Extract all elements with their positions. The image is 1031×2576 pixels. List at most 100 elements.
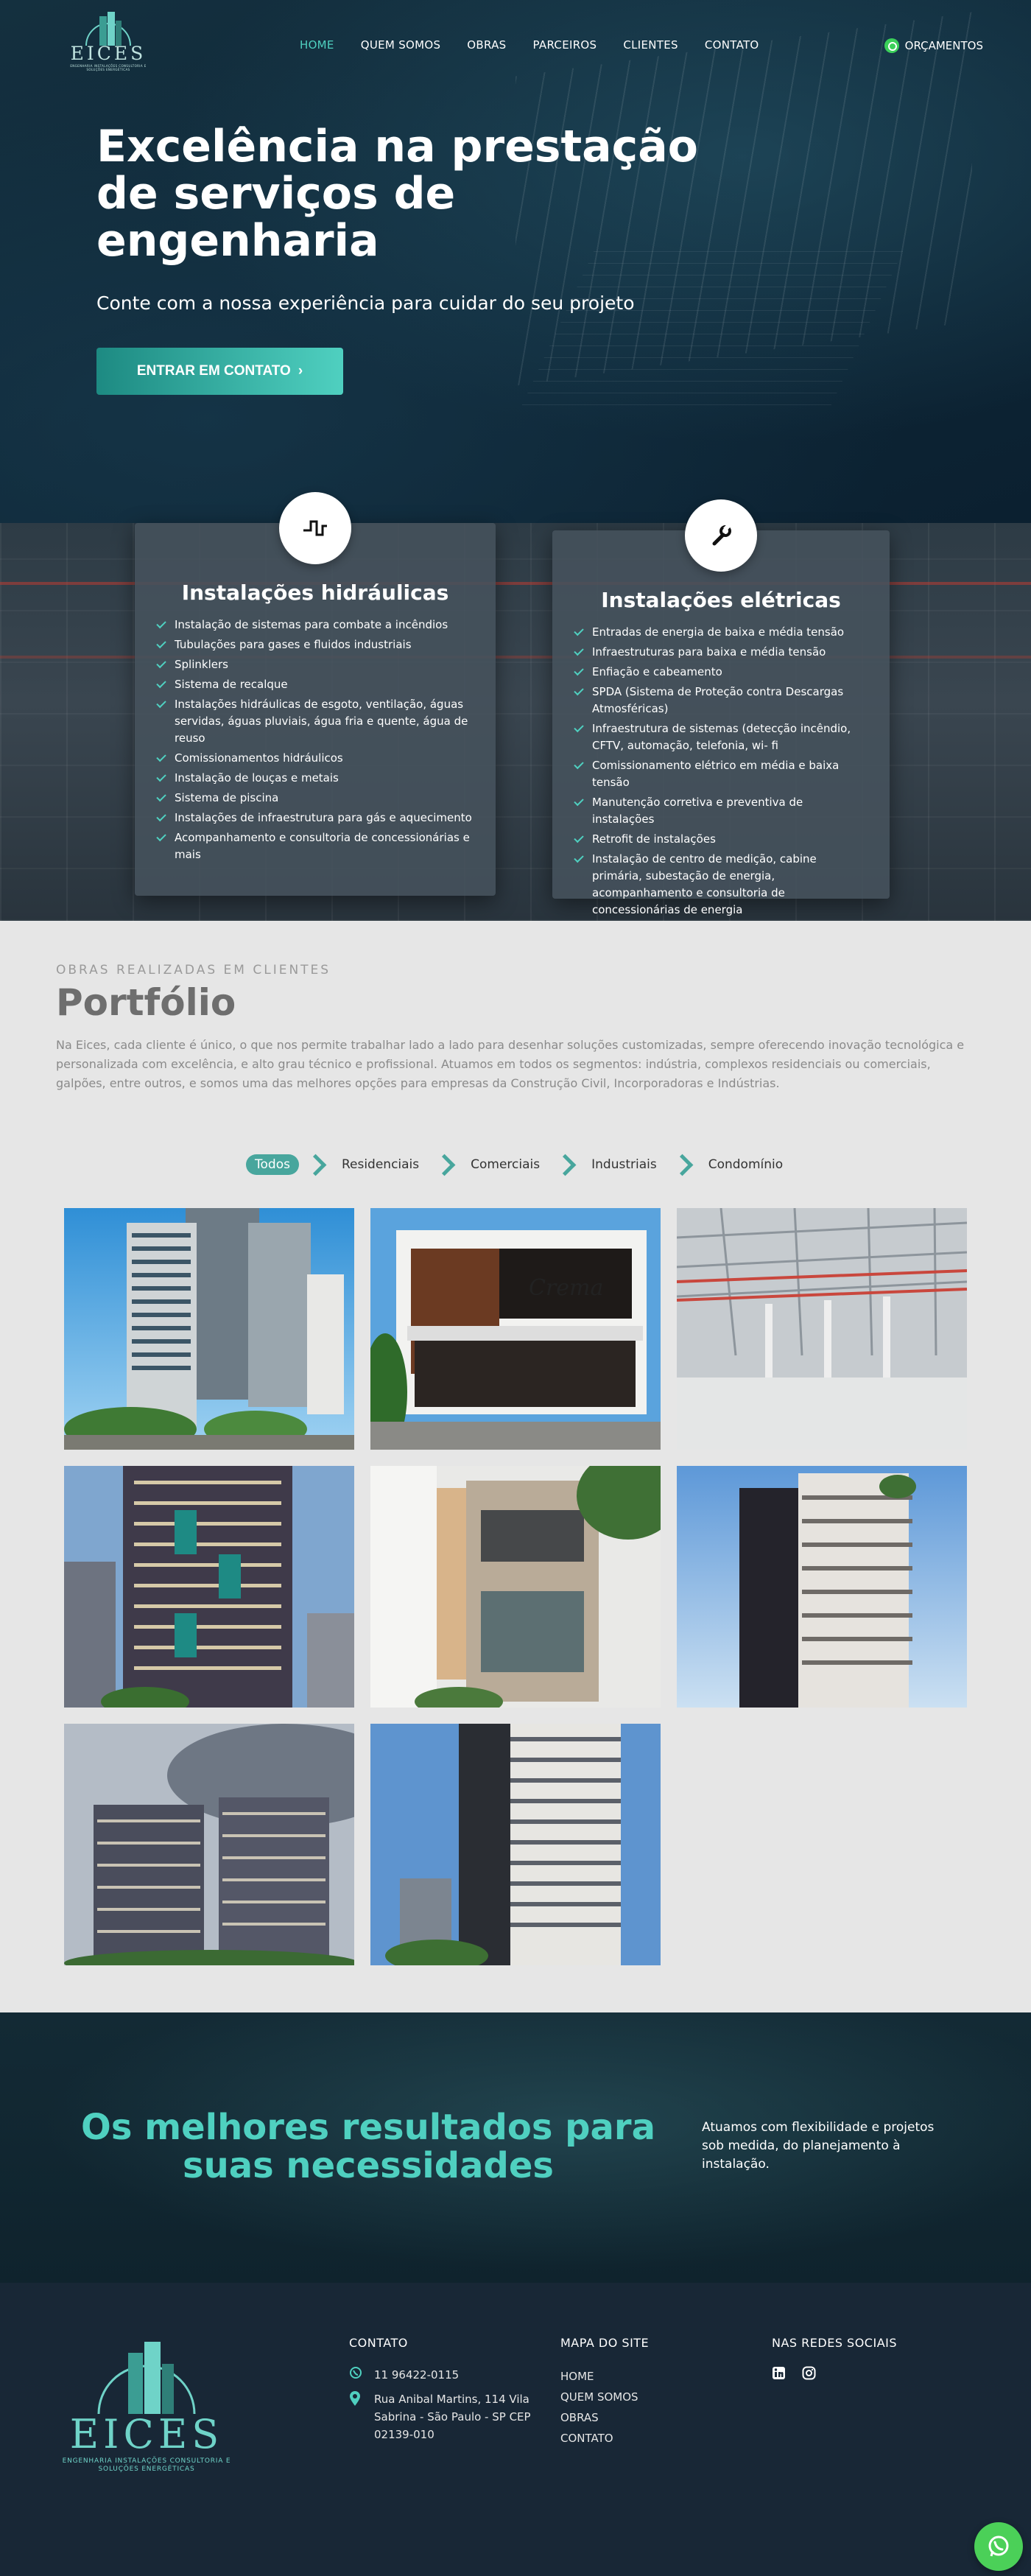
portfolio-eyebrow: OBRAS REALIZADAS EM CLIENTES <box>56 963 331 978</box>
list-item: Sistema de recalque <box>156 676 474 693</box>
footer-heading: CONTATO <box>349 2336 408 2350</box>
main-nav: HOME QUEM SOMOS OBRAS PARCEIROS CLIENTES… <box>300 38 759 52</box>
check-icon <box>574 722 584 733</box>
footer-sitemap: MAPA DO SITE HOME QUEM SOMOS OBRAS CONTA… <box>560 2336 708 2449</box>
footer-heading: NAS REDES SOCIAIS <box>772 2336 898 2350</box>
list-item: Instalação de louças e metais <box>156 770 474 787</box>
list-item: Instalações hidráulicas de esgoto, venti… <box>156 696 474 747</box>
filter-residenciais[interactable]: Residenciais <box>333 1154 428 1175</box>
nav-item-quem-somos[interactable]: QUEM SOMOS <box>361 38 441 52</box>
check-icon <box>156 791 166 802</box>
nav-item-parceiros[interactable]: PARCEIROS <box>533 38 597 52</box>
service-list: Entradas de energia de baixa e média ten… <box>574 624 868 919</box>
building-image <box>64 1208 354 1450</box>
check-icon <box>574 645 584 656</box>
contact-phone[interactable]: 11 96422-0115 <box>349 2366 548 2384</box>
chevron-right-icon <box>557 1153 574 1176</box>
footer-heading: MAPA DO SITE <box>560 2336 650 2350</box>
services-section: Instalações hidráulicas Instalação de si… <box>0 492 1031 921</box>
footer-link-home[interactable]: HOME <box>560 2366 708 2387</box>
list-item: SPDA (Sistema de Proteção contra Descarg… <box>574 684 868 717</box>
building-image <box>370 1724 661 1965</box>
water-pipe-icon <box>303 520 327 536</box>
service-list: Instalação de sistemas para combate a in… <box>156 617 474 863</box>
service-icon-circle <box>685 499 757 572</box>
filter-industriais[interactable]: Industriais <box>583 1154 666 1175</box>
check-icon <box>156 658 166 669</box>
building-image <box>64 1724 354 1965</box>
portfolio-item-residential-tower-dark[interactable] <box>64 1466 354 1708</box>
footer-link-contato[interactable]: CONTATO <box>560 2428 708 2449</box>
nav-item-contato[interactable]: CONTATO <box>705 38 759 52</box>
whatsapp-icon <box>349 2366 364 2384</box>
whatsapp-icon <box>884 38 899 53</box>
nav-item-home[interactable]: HOME <box>300 38 334 52</box>
logo-wordmark: EICES <box>70 43 147 64</box>
list-item: Infraestrutura de sistemas (detecção inc… <box>574 720 868 754</box>
building-image <box>370 1466 661 1708</box>
service-card-electrical: Instalações elétricas Entradas de energi… <box>552 499 890 916</box>
footer-social: NAS REDES SOCIAIS <box>772 2336 956 2380</box>
footer-contact: CONTATO 11 96422-0115 Rua Anibal Martins… <box>349 2336 548 2449</box>
map-pin-icon <box>349 2390 364 2443</box>
portfolio-description: Na Eices, cada cliente é único, o que no… <box>56 1038 965 1090</box>
wrench-icon <box>712 524 731 546</box>
list-item: Instalação de sistemas para combate a in… <box>156 617 474 634</box>
building-image <box>677 1466 967 1708</box>
check-icon <box>156 831 166 842</box>
check-icon <box>574 665 584 676</box>
portfolio-item-residential-facade[interactable] <box>370 1466 661 1708</box>
building-image <box>677 1208 967 1450</box>
list-item: Sistema de piscina <box>156 790 474 807</box>
check-icon <box>574 759 584 770</box>
check-icon <box>574 685 584 696</box>
chevron-right-icon: › <box>298 363 303 379</box>
filter-condominio[interactable]: Condomínio <box>700 1154 792 1175</box>
service-card-hydraulic: Instalações hidráulicas Instalação de si… <box>135 492 496 896</box>
contact-address: Rua Anibal Martins, 114 Vila Sabrina - S… <box>349 2390 548 2443</box>
filter-comerciais[interactable]: Comerciais <box>462 1154 549 1175</box>
quote-link[interactable]: ORÇAMENTOS <box>884 38 983 53</box>
list-item: Splinklers <box>156 656 474 673</box>
footer-logo[interactable]: EICES ENGENHARIA INSTALAÇÕES CONSULTORIA… <box>62 2334 231 2474</box>
logo-building-icon <box>97 2342 196 2415</box>
list-item: Instalação de centro de medição, cabine … <box>574 851 868 919</box>
header-logo[interactable]: EICES ENGENHARIA INSTALAÇÕES CONSULTORIA… <box>68 9 149 71</box>
instagram-icon[interactable] <box>802 2366 816 2380</box>
list-item: Entradas de energia de baixa e média ten… <box>574 624 868 641</box>
portfolio-item-condominium-towers[interactable] <box>64 1724 354 1965</box>
list-item: Acompanhamento e consultoria de concessi… <box>156 829 474 863</box>
quote-label: ORÇAMENTOS <box>904 39 983 52</box>
service-icon-circle <box>279 492 351 564</box>
check-icon <box>156 638 166 649</box>
portfolio-item-residential-tower[interactable] <box>64 1208 354 1450</box>
chevron-right-icon <box>437 1153 453 1176</box>
nav-item-obras[interactable]: OBRAS <box>467 38 506 52</box>
hero-subtitle: Conte com a nossa experiência para cuida… <box>96 292 635 314</box>
portfolio-item-residential-tower-balconies[interactable] <box>677 1466 967 1708</box>
hero-section: EICES ENGENHARIA INSTALAÇÕES CONSULTORIA… <box>0 0 1031 523</box>
list-item: Instalações de infraestrutura para gás e… <box>156 810 474 827</box>
check-icon <box>574 852 584 863</box>
linkedin-icon[interactable] <box>772 2366 786 2380</box>
footer: EICES ENGENHARIA INSTALAÇÕES CONSULTORIA… <box>0 2283 1031 2576</box>
address-text: Rua Anibal Martins, 114 Vila Sabrina - S… <box>374 2393 531 2441</box>
chevron-right-icon <box>675 1153 691 1176</box>
nav-item-clientes[interactable]: CLIENTES <box>623 38 678 52</box>
portfolio-item-residential-tower-tall[interactable] <box>370 1724 661 1965</box>
check-icon <box>574 832 584 843</box>
logo-wordmark: EICES <box>69 2411 224 2457</box>
footer-link-obras[interactable]: OBRAS <box>560 2407 708 2428</box>
social-links <box>772 2366 956 2380</box>
check-icon <box>156 678 166 689</box>
portfolio-item-industrial-warehouse[interactable] <box>677 1208 967 1450</box>
check-icon <box>574 625 584 636</box>
contact-cta-button[interactable]: ENTRAR EM CONTATO › <box>96 348 343 395</box>
whatsapp-floating-button[interactable] <box>974 2522 1023 2571</box>
portfolio-title: Portfólio <box>56 981 236 1024</box>
footer-link-quem-somos[interactable]: QUEM SOMOS <box>560 2387 708 2407</box>
portfolio-item-commercial-storefront[interactable]: Crema <box>370 1208 661 1450</box>
list-item: Infraestruturas para baixa e média tensã… <box>574 644 868 661</box>
list-item: Comissionamento elétrico em média e baix… <box>574 757 868 791</box>
filter-todos[interactable]: Todos <box>246 1154 299 1175</box>
